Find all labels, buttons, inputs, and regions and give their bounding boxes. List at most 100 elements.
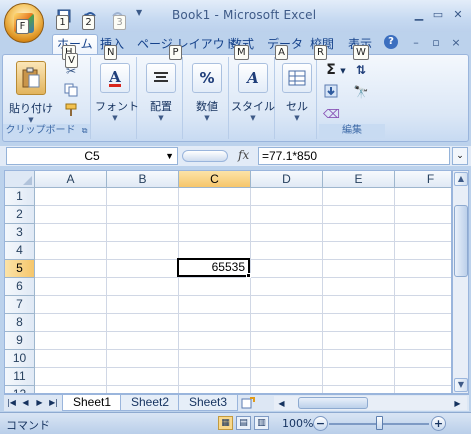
column-header-d[interactable]: D — [251, 171, 323, 188]
grid-column-line — [250, 188, 251, 393]
column-header-e[interactable]: E — [323, 171, 395, 188]
qat-customize-icon[interactable]: ▼ — [136, 8, 154, 26]
paste-button[interactable]: 貼り付け ▼ — [9, 61, 53, 124]
row-header-5[interactable]: 5 — [5, 260, 35, 278]
styles-icon: A — [238, 63, 268, 93]
qat-keytip-3: 3 — [113, 15, 126, 30]
find-select-icon[interactable]: 🔭 — [353, 84, 369, 100]
help-icon[interactable]: ? — [384, 35, 398, 49]
scroll-right-icon[interactable]: ▶ — [452, 398, 463, 410]
fill-handle[interactable] — [246, 273, 251, 278]
grid-row-line — [35, 277, 451, 278]
sheet-tab-1[interactable]: Sheet1 — [62, 395, 123, 411]
paste-label: 貼り付け — [9, 102, 53, 115]
normal-view-icon[interactable]: ▦ — [218, 416, 233, 430]
zoom-slider-thumb[interactable] — [376, 416, 383, 430]
scroll-left-icon[interactable]: ◀ — [276, 398, 287, 410]
next-sheet-icon[interactable]: ▶ — [34, 397, 45, 409]
keytip-page-layout: P — [169, 45, 182, 60]
tab-page-layout[interactable]: ページ レイアウト — [133, 35, 241, 54]
grid-row-line — [35, 205, 451, 206]
styles-button[interactable]: A スタイル ▼ — [231, 63, 275, 122]
styles-dropdown-icon: ▼ — [250, 114, 256, 122]
autosum-dropdown-icon[interactable]: ▼ — [335, 63, 351, 79]
workbook-minimize-icon[interactable]: – — [408, 35, 424, 51]
row-header-9[interactable]: 9 — [5, 332, 35, 350]
column-header-c[interactable]: C — [179, 171, 251, 188]
scroll-down-icon[interactable]: ▼ — [454, 378, 468, 392]
column-header-f[interactable]: F — [395, 171, 451, 188]
insert-sheet-icon[interactable] — [240, 397, 256, 409]
zoom-in-icon[interactable]: + — [431, 416, 446, 431]
row-header-7[interactable]: 7 — [5, 296, 35, 314]
row-header-10[interactable]: 10 — [5, 350, 35, 368]
restore-icon[interactable]: ▭ — [430, 7, 446, 23]
active-cell[interactable]: 65535 — [177, 258, 250, 277]
row-header-11[interactable]: 11 — [5, 368, 35, 386]
sort-filter-icon[interactable]: ⇅ — [353, 62, 369, 78]
vertical-scrollbar[interactable]: ▲ ▼ — [452, 170, 469, 394]
workbook-restore-icon[interactable]: ▫ — [428, 35, 444, 51]
number-button[interactable]: % 数値 ▼ — [187, 63, 227, 122]
keytip-insert: N — [104, 45, 118, 60]
grid-column-line — [178, 188, 179, 393]
row-header-1[interactable]: 1 — [5, 188, 35, 206]
name-box[interactable]: C5 ▼ — [6, 147, 178, 165]
name-box-dropdown-icon[interactable]: ▼ — [165, 148, 174, 164]
row-header-8[interactable]: 8 — [5, 314, 35, 332]
worksheet-grid[interactable]: A B C D E F 1 2 3 4 5 6 7 8 9 10 11 12 65535 — [4, 170, 452, 394]
cells-icon — [282, 63, 312, 93]
formula-input[interactable]: =77.1*850 — [258, 147, 450, 165]
dialog-launcher-icon[interactable]: ⧉ — [82, 126, 88, 135]
clear-icon[interactable]: ⌫ — [323, 106, 340, 122]
row-header-6[interactable]: 6 — [5, 278, 35, 296]
vertical-scroll-thumb[interactable] — [454, 205, 468, 277]
zoom-out-icon[interactable]: − — [313, 416, 328, 431]
font-group: A フォント ▼ — [93, 57, 139, 139]
cells-button[interactable]: セル ▼ — [277, 63, 317, 122]
keytip-review: R — [314, 45, 327, 60]
last-sheet-icon[interactable]: ▶| — [48, 397, 59, 409]
zoom-level[interactable]: 100% — [282, 417, 313, 430]
formula-expand-icon[interactable]: ⌄ — [452, 147, 468, 165]
editing-group: Σ ▼ ⇅ 🔭 ⌫ 編集 — [319, 57, 385, 139]
prev-sheet-icon[interactable]: ◀ — [20, 397, 31, 409]
row-header-3[interactable]: 3 — [5, 224, 35, 242]
horizontal-scrollbar[interactable]: ◀ ▶ — [274, 396, 467, 410]
first-sheet-icon[interactable]: |◀ — [6, 397, 17, 409]
alignment-button[interactable]: 配置 ▼ — [141, 63, 181, 122]
formula-resize-handle[interactable] — [182, 150, 228, 162]
sheet-tab-2[interactable]: Sheet2 — [120, 395, 181, 411]
copy-icon[interactable] — [63, 83, 79, 99]
keytip-formulas: M — [234, 45, 249, 60]
keytip-paste-h: V — [65, 53, 78, 68]
keytip-data: A — [275, 45, 288, 60]
minimize-icon[interactable]: ▁ — [411, 7, 427, 23]
page-break-view-icon[interactable]: ▥ — [254, 416, 269, 430]
workbook-close-icon[interactable]: × — [448, 35, 464, 51]
close-icon[interactable]: ✕ — [450, 7, 466, 23]
format-painter-icon[interactable] — [63, 103, 79, 119]
row-header-12[interactable]: 12 — [5, 386, 35, 393]
font-button[interactable]: A フォント ▼ — [95, 63, 139, 122]
formula-bar: C5 ▼ fx =77.1*850 ⌄ — [0, 146, 471, 166]
select-all-button[interactable] — [5, 171, 35, 188]
alignment-dropdown-icon: ▼ — [158, 114, 164, 122]
grid-row-line — [35, 223, 451, 224]
scroll-up-icon[interactable]: ▲ — [454, 172, 468, 186]
column-header-b[interactable]: B — [107, 171, 179, 188]
styles-group: A スタイル ▼ — [231, 57, 275, 139]
grid-row-line — [35, 313, 451, 314]
sheet-tab-3[interactable]: Sheet3 — [178, 395, 239, 411]
fill-icon[interactable] — [323, 84, 339, 100]
alignment-group: 配置 ▼ — [139, 57, 183, 139]
insert-function-icon[interactable]: fx — [238, 148, 249, 162]
column-header-a[interactable]: A — [35, 171, 107, 188]
row-header-2[interactable]: 2 — [5, 206, 35, 224]
cells-group: セル ▼ — [277, 57, 317, 139]
page-layout-view-icon[interactable]: ▤ — [236, 416, 251, 430]
horizontal-scroll-thumb[interactable] — [298, 397, 368, 409]
row-header-4[interactable]: 4 — [5, 242, 35, 260]
alignment-label: 配置 — [150, 100, 172, 113]
paste-dropdown-icon[interactable]: ▼ — [9, 116, 53, 124]
